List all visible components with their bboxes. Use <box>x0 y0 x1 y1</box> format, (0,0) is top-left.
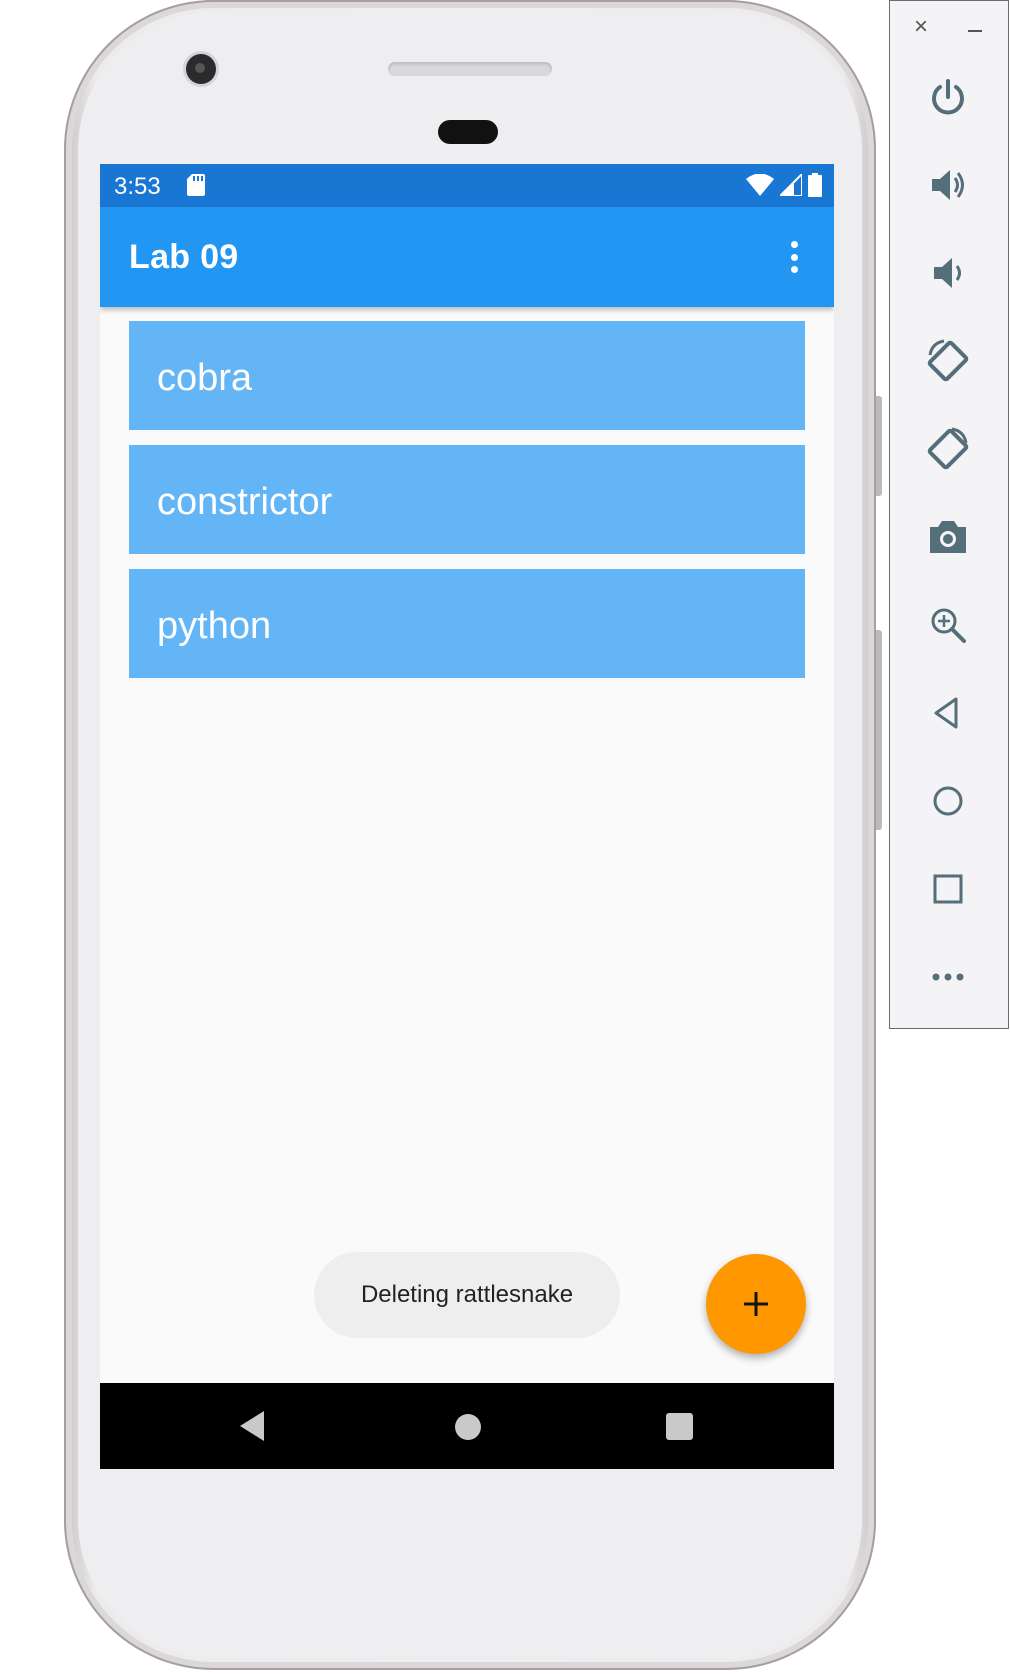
toast-message: Deleting rattlesnake <box>314 1252 620 1338</box>
power-icon <box>932 79 964 115</box>
nav-home-icon[interactable] <box>455 1414 481 1440</box>
list-item[interactable]: cobra <box>129 321 805 430</box>
list-item-label: constrictor <box>157 481 333 523</box>
nav-back-icon[interactable] <box>240 1411 264 1441</box>
close-icon[interactable]: × <box>914 15 928 39</box>
list-item[interactable]: constrictor <box>129 445 805 554</box>
front-camera-icon <box>186 54 216 84</box>
status-bar: 3:53 <box>100 164 834 207</box>
camera-icon <box>930 521 966 553</box>
volume-down-icon <box>934 258 961 288</box>
back-triangle-icon <box>934 697 958 729</box>
volume-up-icon <box>932 170 964 200</box>
overview-square-icon <box>933 874 963 904</box>
status-icons <box>746 173 822 197</box>
minimize-icon[interactable] <box>968 30 982 32</box>
system-nav-bar <box>100 1383 834 1469</box>
animal-list: cobra constrictor python <box>129 321 805 693</box>
device-screen: 3:53 Lab 09 cobra constrictor python Del… <box>100 164 834 1469</box>
home-circle-icon <box>933 786 963 816</box>
plus-icon <box>744 1292 768 1316</box>
more-horiz-icon <box>932 973 964 981</box>
back-button[interactable] <box>924 689 972 737</box>
zoom-button[interactable] <box>924 601 972 649</box>
power-button[interactable] <box>924 73 972 121</box>
speaker-grill <box>388 62 552 76</box>
signal-icon <box>780 174 802 196</box>
volume-down-button[interactable] <box>924 249 972 297</box>
status-time: 3:53 <box>114 173 161 200</box>
device-power-key <box>876 396 882 496</box>
app-bar: Lab 09 <box>100 207 834 307</box>
zoom-icon <box>931 608 966 643</box>
rotate-left-button[interactable] <box>924 337 972 385</box>
app-title: Lab 09 <box>129 238 239 276</box>
rotate-right-icon <box>927 427 969 470</box>
emulator-toolbar: × <box>889 0 1009 1029</box>
overview-button[interactable] <box>924 865 972 913</box>
battery-icon <box>808 173 822 197</box>
earpiece-sensor <box>438 120 498 144</box>
screenshot-button[interactable] <box>924 513 972 561</box>
overflow-menu-icon[interactable] <box>784 237 804 277</box>
emulator-window-controls: × <box>890 15 1008 43</box>
list-item-label: cobra <box>157 357 253 399</box>
device-volume-key <box>876 630 882 830</box>
add-fab-button[interactable] <box>706 1254 806 1354</box>
rotate-left-icon <box>927 339 969 382</box>
list-item-label: python <box>157 605 272 647</box>
volume-up-button[interactable] <box>924 161 972 209</box>
wifi-icon <box>746 174 774 196</box>
more-button[interactable] <box>924 953 972 1001</box>
nav-recents-icon[interactable] <box>666 1413 693 1440</box>
sd-card-icon <box>187 174 205 196</box>
home-button[interactable] <box>924 777 972 825</box>
list-item[interactable]: python <box>129 569 805 678</box>
rotate-right-button[interactable] <box>924 425 972 473</box>
